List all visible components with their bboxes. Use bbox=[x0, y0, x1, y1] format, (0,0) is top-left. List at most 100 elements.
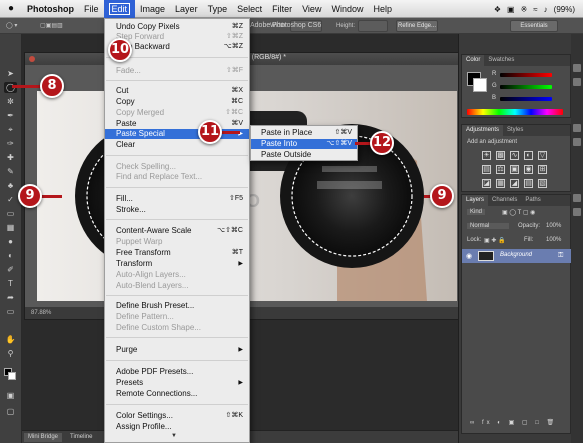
tab-adjustments[interactable]: Adjustments bbox=[462, 125, 504, 136]
exposure-icon[interactable]: ◐ bbox=[524, 151, 533, 160]
hue-saturation-icon[interactable]: ▤ bbox=[482, 165, 491, 174]
menu-type[interactable]: Type bbox=[203, 0, 233, 18]
brightness-icon[interactable]: ☀ bbox=[482, 151, 491, 160]
tab-styles[interactable]: Styles bbox=[503, 125, 527, 136]
color-balance-icon[interactable]: ⚖ bbox=[496, 165, 505, 174]
menu-item-paste[interactable]: Paste ⌘V bbox=[105, 119, 249, 129]
menu-select[interactable]: Select bbox=[232, 0, 267, 18]
menu-file[interactable]: File bbox=[79, 0, 104, 18]
menu-item-find-replace[interactable]: Find and Replace Text... bbox=[105, 172, 249, 182]
brush-panel-icon[interactable] bbox=[573, 208, 581, 216]
menu-item-copy-merged[interactable]: Copy Merged ⇧⌘C bbox=[105, 108, 249, 118]
tab-timeline[interactable]: Timeline bbox=[66, 433, 96, 442]
screen-mode-icon[interactable]: ▢ bbox=[4, 406, 17, 417]
menu-item-copy[interactable]: Copy ⌘C bbox=[105, 97, 249, 107]
quick-mask-icon[interactable]: ▣ bbox=[4, 390, 17, 401]
menu-item-presets[interactable]: Presets ▶ bbox=[105, 378, 249, 388]
menu-photoshop[interactable]: Photoshop bbox=[22, 0, 79, 18]
submenu-item-paste-into[interactable]: Paste Into ⌥⇧⌘V bbox=[251, 139, 357, 149]
color-swatches-icon[interactable] bbox=[4, 368, 17, 380]
bluetooth-icon[interactable]: ※ bbox=[521, 5, 528, 14]
move-tool-icon[interactable]: ➤ bbox=[4, 68, 17, 79]
paragraph-panel-icon[interactable] bbox=[573, 194, 581, 202]
path-selection-tool-icon[interactable]: ➦ bbox=[4, 292, 17, 303]
gradient-map-icon[interactable]: ▤ bbox=[524, 179, 533, 188]
menu-view[interactable]: View bbox=[297, 0, 326, 18]
menu-item-clear[interactable]: Clear bbox=[105, 140, 249, 150]
submenu-item-paste-outside[interactable]: Paste Outside bbox=[251, 150, 357, 160]
layer-footer-icons[interactable]: ∞ fx ◐ ▣ ▢ □ 🗑 bbox=[470, 419, 557, 426]
lock-icons[interactable]: ▣ ✚ 🔒 bbox=[484, 237, 506, 244]
menu-item-define-pattern[interactable]: Define Pattern... bbox=[105, 312, 249, 322]
curves-icon[interactable]: ∿ bbox=[510, 151, 519, 160]
menu-item-purge[interactable]: Purge ▶ bbox=[105, 345, 249, 355]
menu-item-define-brush[interactable]: Define Brush Preset... bbox=[105, 301, 249, 311]
menu-item-pdf-presets[interactable]: Adobe PDF Presets... bbox=[105, 367, 249, 377]
tab-swatches[interactable]: Swatches bbox=[484, 55, 518, 66]
vibrance-icon[interactable]: ▽ bbox=[538, 151, 547, 160]
background-color-swatch[interactable] bbox=[473, 78, 487, 92]
black-white-icon[interactable]: ▣ bbox=[510, 165, 519, 174]
history-panel-icon[interactable] bbox=[573, 64, 581, 72]
layer-filter-icons[interactable]: ▣ ◯ T ▢ ◉ bbox=[502, 209, 535, 216]
apple-menu-icon[interactable]: ● bbox=[0, 3, 22, 14]
quick-selection-tool-icon[interactable]: ✒ bbox=[4, 110, 17, 121]
menu-edit[interactable]: Edit bbox=[103, 0, 136, 18]
layer-filter-kind[interactable]: Kind bbox=[467, 209, 486, 215]
dropbox-icon[interactable]: ❖ bbox=[494, 5, 501, 14]
menu-window[interactable]: Window bbox=[326, 0, 368, 18]
posterize-icon[interactable]: ▦ bbox=[496, 179, 505, 188]
display-icon[interactable]: ▣ bbox=[507, 5, 515, 14]
visibility-eye-icon[interactable]: ◉ bbox=[466, 252, 472, 260]
marquee-tool-preset-icon[interactable]: ◯ ▾ bbox=[6, 21, 17, 31]
menu-image[interactable]: Image bbox=[135, 0, 170, 18]
menu-item-fade[interactable]: Fade... ⇧⌘F bbox=[105, 66, 249, 76]
wifi-icon[interactable]: ≈ bbox=[533, 5, 537, 14]
height-field[interactable] bbox=[358, 20, 388, 32]
zoom-readout[interactable]: 87.88% bbox=[31, 310, 51, 316]
refine-edge-button[interactable]: Refine Edge... bbox=[396, 20, 438, 32]
layer-name[interactable]: Background bbox=[500, 252, 532, 258]
menu-item-auto-align[interactable]: Auto-Align Layers... bbox=[105, 270, 249, 280]
menu-item-remote-connections[interactable]: Remote Connections... bbox=[105, 389, 249, 399]
levels-icon[interactable]: ▩ bbox=[496, 151, 505, 160]
healing-brush-tool-icon[interactable]: ✚ bbox=[4, 152, 17, 163]
dodge-tool-icon[interactable]: ◐ bbox=[4, 250, 17, 261]
channel-mixer-icon[interactable]: ⊞ bbox=[538, 165, 547, 174]
menu-filter[interactable]: Filter bbox=[267, 0, 297, 18]
tab-layers[interactable]: Layers bbox=[462, 195, 489, 206]
gradient-tool-icon[interactable]: ▦ bbox=[4, 222, 17, 233]
rectangle-tool-icon[interactable]: ▭ bbox=[4, 306, 17, 317]
submenu-item-paste-in-place[interactable]: Paste in Place ⇧⌘V bbox=[251, 128, 357, 138]
workspace-switcher[interactable]: Essentials bbox=[510, 20, 558, 32]
menu-scroll-down-icon[interactable]: ▼ bbox=[171, 433, 177, 439]
menu-item-assign-profile[interactable]: Assign Profile... bbox=[105, 422, 249, 432]
menu-item-auto-blend[interactable]: Auto-Blend Layers... bbox=[105, 281, 249, 291]
menu-item-puppet-warp[interactable]: Puppet Warp bbox=[105, 237, 249, 247]
blue-slider[interactable] bbox=[500, 97, 552, 101]
pen-tool-icon[interactable]: ✐ bbox=[4, 264, 17, 275]
history-brush-tool-icon[interactable]: ✓ bbox=[4, 194, 17, 205]
color-spectrum-bar[interactable] bbox=[467, 109, 563, 115]
menu-item-stroke[interactable]: Stroke... bbox=[105, 205, 249, 215]
menu-item-cut[interactable]: Cut ⌘X bbox=[105, 86, 249, 96]
battery-indicator[interactable]: (99%) bbox=[554, 5, 575, 14]
eyedropper-tool-icon[interactable]: ✑ bbox=[4, 138, 17, 149]
tab-mini-bridge[interactable]: Mini Bridge bbox=[24, 433, 63, 442]
opacity-value[interactable]: 100% bbox=[546, 223, 561, 229]
close-document-icon[interactable] bbox=[29, 56, 35, 62]
menu-layer[interactable]: Layer bbox=[170, 0, 203, 18]
green-slider[interactable] bbox=[500, 85, 552, 89]
hand-tool-icon[interactable]: ✋ bbox=[4, 334, 17, 345]
menu-item-define-custom-shape[interactable]: Define Custom Shape... bbox=[105, 323, 249, 333]
menu-item-color-settings[interactable]: Color Settings... ⇧⌘K bbox=[105, 411, 249, 421]
blur-tool-icon[interactable]: ● bbox=[4, 236, 17, 247]
info-panel-icon[interactable] bbox=[573, 124, 581, 132]
layer-row-background[interactable]: ◉ Background ⚿ bbox=[462, 249, 572, 263]
zoom-tool-icon[interactable]: ⚲ bbox=[4, 348, 17, 359]
blend-mode-select[interactable]: Normal bbox=[467, 223, 509, 229]
clone-stamp-tool-icon[interactable]: ♣ bbox=[4, 180, 17, 191]
menu-item-content-aware-scale[interactable]: Content-Aware Scale ⌥⇧⌘C bbox=[105, 226, 249, 236]
lasso-tool-icon[interactable]: ✼ bbox=[4, 96, 17, 107]
menu-item-transform[interactable]: Transform ▶ bbox=[105, 259, 249, 269]
